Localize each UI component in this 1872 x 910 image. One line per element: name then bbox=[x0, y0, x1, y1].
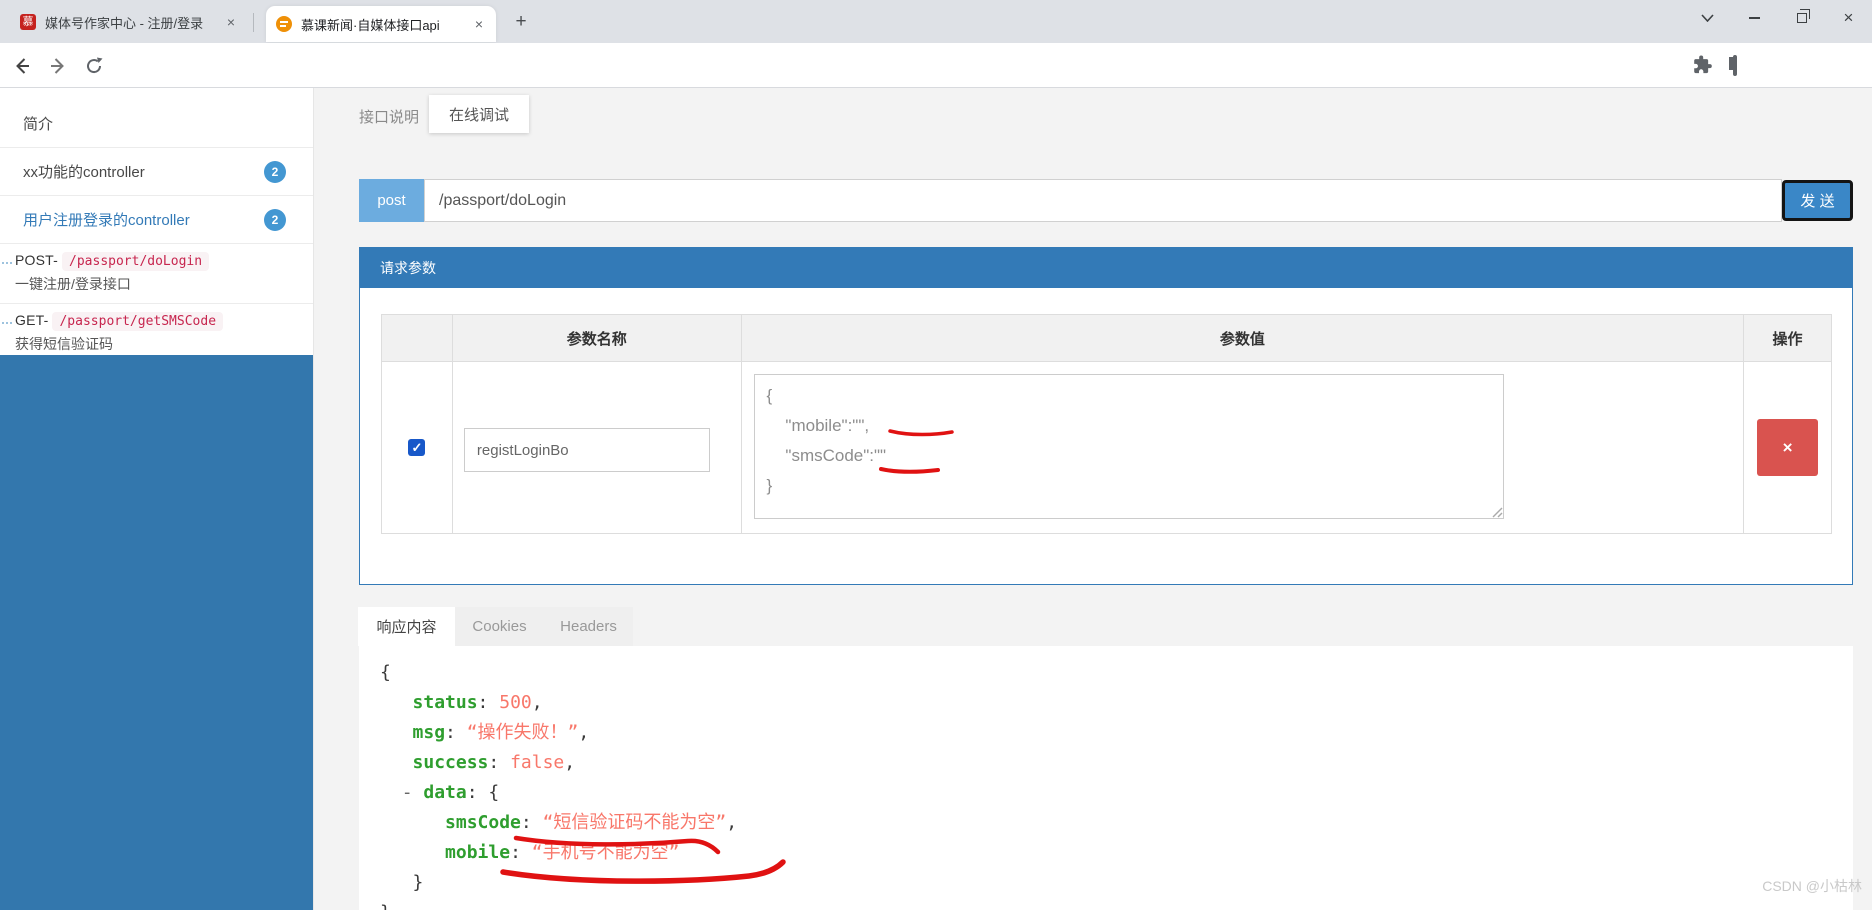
col-param-name: 参数名称 bbox=[453, 315, 742, 361]
sidebar-item-controller[interactable]: xx功能的controller 2 bbox=[0, 148, 313, 196]
sidebar-filler bbox=[0, 355, 313, 910]
tab-cookies[interactable]: Cookies bbox=[455, 607, 544, 646]
request-params-panel: 请求参数 参数名称 参数值 操作 ✓ registLoginBo {"mobi… bbox=[359, 247, 1853, 585]
extensions-puzzle-icon[interactable] bbox=[1691, 54, 1713, 76]
browser-toolbar: localhost:8003/doc.html 更新 ⋮ bbox=[0, 43, 1872, 126]
table-header-row: 参数名称 参数值 操作 bbox=[381, 314, 1832, 362]
response-body: { status: 500, msg: “操作失败！”, success: fa… bbox=[359, 646, 1853, 910]
tab-headers[interactable]: Headers bbox=[544, 607, 633, 646]
browser-tab-api-doc[interactable]: 慕课新闻·自媒体接口api × bbox=[266, 6, 496, 42]
doc-page: 简介 xx功能的controller 2 用户注册登录的controller 2 POST… bbox=[0, 88, 1872, 910]
tab-search-chevron-icon[interactable] bbox=[1684, 1, 1731, 35]
tab-online-debug[interactable]: 在线调试 bbox=[429, 95, 529, 133]
forward-button[interactable] bbox=[44, 52, 72, 80]
new-tab-button[interactable]: + bbox=[508, 9, 534, 35]
send-button[interactable]: 发 送 bbox=[1782, 180, 1853, 221]
minimize-button[interactable] bbox=[1731, 1, 1778, 35]
browser-window: 慕 媒体号作家中心 - 注册/登录 × 慕课新闻·自媒体接口api × + × bbox=[0, 0, 1872, 910]
json-line: - data: { bbox=[401, 782, 500, 803]
json-line: } bbox=[380, 872, 424, 893]
side-panel-icon[interactable] bbox=[1733, 55, 1737, 76]
sidebar-item-label: 简介 bbox=[23, 116, 54, 133]
cell-actions: × bbox=[1744, 362, 1831, 533]
api-path: /passport/getSMSCode bbox=[52, 312, 224, 331]
response-tabs: 响应内容 Cookies Headers bbox=[358, 607, 633, 646]
sidebar-item-controller[interactable]: 用户注册登录的controller 2 bbox=[0, 196, 313, 244]
api-desc: 获得短信验证码 bbox=[15, 336, 113, 352]
tab-close-icon[interactable]: × bbox=[224, 14, 238, 30]
browser-tab-bar: 慕 媒体号作家中心 - 注册/登录 × 慕课新闻·自媒体接口api × + × bbox=[0, 0, 1872, 43]
param-value-textarea[interactable]: { "mobile":"", "smsCode":"" } bbox=[753, 374, 1504, 519]
reload-button[interactable] bbox=[80, 52, 108, 80]
restore-button[interactable] bbox=[1778, 1, 1825, 35]
cell-select: ✓ bbox=[382, 362, 453, 533]
json-line: mobile: “手机号不能为空” bbox=[445, 842, 680, 863]
params-table: 参数名称 参数值 操作 ✓ { "mobile":"", "smsCode" bbox=[381, 314, 1832, 534]
json-line: } bbox=[380, 898, 737, 910]
writer-center-favicon: 慕 bbox=[20, 14, 36, 30]
response-json: { status: 500, msg: “操作失败！”, success: fa… bbox=[380, 658, 737, 910]
browser-tab-writer-center[interactable]: 慕 媒体号作家中心 - 注册/登录 × bbox=[10, 4, 254, 40]
cell-param-name bbox=[453, 362, 742, 533]
api-doc-favicon bbox=[276, 16, 292, 32]
json-line: status: 500, bbox=[412, 692, 543, 713]
col-select bbox=[382, 315, 453, 361]
json-line: { bbox=[380, 662, 391, 683]
json-line: smsCode: “短信验证码不能为空”, bbox=[445, 812, 738, 833]
request-url-input[interactable] bbox=[424, 179, 1782, 222]
json-line: msg: “操作失败！”, bbox=[412, 722, 590, 743]
sidebar-items: 简介 xx功能的controller 2 用户注册登录的controller 2 POST… bbox=[0, 100, 313, 364]
api-method: GET- bbox=[15, 312, 49, 328]
sidebar: 简介 xx功能的controller 2 用户注册登录的controller 2 POST… bbox=[0, 88, 314, 910]
api-path: /passport/doLogin bbox=[62, 252, 210, 271]
col-param-value: 参数值 bbox=[742, 315, 1745, 361]
param-name-input[interactable] bbox=[463, 428, 710, 472]
back-button[interactable] bbox=[8, 52, 36, 80]
tab-api-description[interactable]: 接口说明 bbox=[359, 106, 419, 127]
api-method: POST- bbox=[15, 252, 59, 268]
sidebar-item-label: xx功能的controller bbox=[23, 164, 145, 181]
json-line: success: false, bbox=[412, 752, 576, 773]
sidebar-item-label: 用户注册登录的controller bbox=[23, 212, 190, 229]
tab-response-content[interactable]: 响应内容 bbox=[358, 607, 455, 646]
api-desc: 一键注册/登录接口 bbox=[15, 276, 131, 292]
main-content: 接口说明 在线调试 post 发 送 请求参数 参数名称 参数值 操作 ✓ bbox=[314, 88, 1872, 910]
count-badge: 2 bbox=[264, 160, 286, 183]
delete-row-button[interactable]: × bbox=[1757, 419, 1819, 476]
csdn-watermark: CSDN @小枯林 bbox=[1762, 878, 1862, 894]
tab-title: 媒体号作家中心 - 注册/登录 bbox=[45, 15, 204, 31]
http-method-chip: post bbox=[359, 179, 424, 222]
window-controls: × bbox=[1684, 0, 1872, 36]
close-button[interactable]: × bbox=[1825, 1, 1872, 35]
cell-param-value: { "mobile":"", "smsCode":"" } bbox=[742, 362, 1745, 533]
count-badge: 2 bbox=[264, 208, 286, 231]
row-checkbox[interactable]: ✓ bbox=[408, 439, 426, 456]
sidebar-item-intro[interactable]: 简介 bbox=[0, 100, 313, 148]
sidebar-item-api[interactable]: POST-/passport/doLogin 一键注册/登录接口 bbox=[0, 244, 313, 304]
panel-title: 请求参数 bbox=[360, 248, 1852, 288]
table-row: ✓ { "mobile":"", "smsCode":"" } × bbox=[381, 362, 1832, 534]
tab-close-icon[interactable]: × bbox=[472, 16, 486, 32]
col-actions: 操作 bbox=[1772, 330, 1803, 348]
tab-title: 慕课新闻·自媒体接口api bbox=[301, 17, 440, 33]
